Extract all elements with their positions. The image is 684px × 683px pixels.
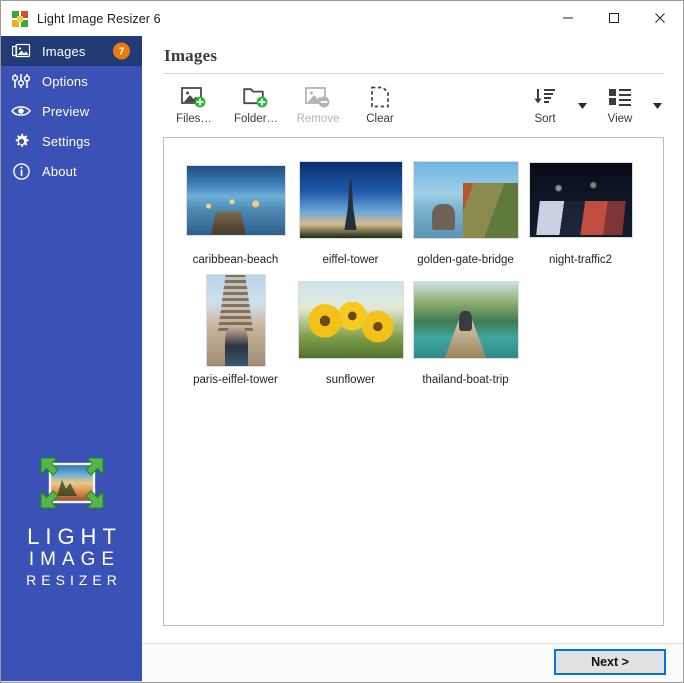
resize-arrows-photo-icon [37, 454, 107, 512]
add-files-button[interactable]: Files… [163, 80, 225, 125]
image-grid-item[interactable]: thailand-boat-trip [408, 272, 523, 386]
toolbar: Files… Folder… [163, 80, 664, 130]
chevron-down-icon [578, 96, 587, 114]
toolbar-right-group: Sort [514, 80, 664, 125]
clear-icon [370, 84, 390, 110]
title-bar: Light Image Resizer 6 [1, 1, 683, 36]
toolbar-label: Sort [534, 113, 555, 125]
sliders-icon [11, 71, 31, 91]
thumbnail-wrapper [529, 152, 633, 248]
view-list-icon [608, 84, 632, 110]
sidebar-item-label: Preview [42, 104, 89, 119]
bottom-bar: Next > [142, 643, 683, 682]
sort-descending-icon [533, 84, 557, 110]
image-thumbnail[interactable] [299, 161, 403, 239]
image-thumbnail[interactable] [529, 162, 633, 238]
image-filename-label: caribbean-beach [193, 254, 279, 266]
image-thumbnail[interactable] [186, 165, 286, 236]
page-title: Images [164, 46, 217, 66]
image-thumbnail[interactable] [413, 161, 519, 239]
thumbnail-wrapper [206, 272, 266, 368]
toolbar-label: View [608, 113, 633, 125]
sidebar-item-label: Options [42, 74, 88, 89]
image-thumbnail[interactable] [206, 274, 266, 367]
view-dropdown-button[interactable] [651, 80, 664, 125]
image-thumbnail[interactable] [413, 281, 519, 359]
sidebar-item-about[interactable]: About [1, 156, 142, 186]
sidebar-item-label: Settings [42, 134, 90, 149]
add-folder-button[interactable]: Folder… [225, 80, 287, 125]
image-grid-item[interactable]: sunflower [293, 272, 408, 386]
sidebar-item-label: Images [42, 44, 86, 59]
toolbar-label: Folder… [234, 113, 278, 125]
thumbnail-wrapper [299, 152, 403, 248]
window-controls [545, 1, 683, 35]
image-filename-label: thailand-boat-trip [422, 374, 508, 386]
sidebar-item-preview[interactable]: Preview [1, 96, 142, 126]
sidebar-item-images[interactable]: Images 7 [1, 36, 142, 66]
toolbar-label: Files… [176, 113, 212, 125]
next-button[interactable]: Next > [554, 649, 666, 675]
minimize-button[interactable] [545, 1, 591, 35]
image-filename-label: eiffel-tower [322, 254, 378, 266]
thumbnail-wrapper [413, 152, 519, 248]
toolbar-label: Clear [366, 113, 393, 125]
main-panel: Images Files… [142, 36, 683, 682]
logo-line-3: RESIZER [1, 571, 142, 589]
logo-line-2: IMAGE [1, 549, 142, 571]
product-logo: LIGHT IMAGE RESIZER [1, 454, 142, 589]
add-folder-icon [243, 84, 269, 110]
maximize-button[interactable] [591, 1, 637, 35]
image-grid-item[interactable]: night-traffic2 [523, 152, 638, 266]
eye-icon [11, 101, 31, 121]
app-logo-icon [12, 11, 28, 27]
sort-button[interactable]: Sort [514, 80, 576, 125]
view-button[interactable]: View [589, 80, 651, 125]
info-icon [11, 161, 31, 181]
clear-button[interactable]: Clear [349, 80, 411, 125]
close-button[interactable] [637, 1, 683, 35]
image-grid-item[interactable]: eiffel-tower [293, 152, 408, 266]
title-divider [163, 73, 664, 74]
image-grid: caribbean-beach eiffel-tower golden-gate-b… [164, 138, 663, 392]
image-grid-item[interactable]: caribbean-beach [178, 152, 293, 266]
sidebar-item-settings[interactable]: Settings [1, 126, 142, 156]
sort-dropdown-button[interactable] [576, 80, 589, 125]
add-image-icon [181, 84, 207, 110]
toolbar-label: Remove [297, 113, 340, 125]
image-filename-label: sunflower [326, 374, 375, 386]
image-filename-label: paris-eiffel-tower [193, 374, 278, 386]
image-filename-label: golden-gate-bridge [417, 254, 514, 266]
images-count-badge: 7 [113, 43, 130, 60]
thumbnail-wrapper [413, 272, 519, 368]
image-grid-item[interactable]: golden-gate-bridge [408, 152, 523, 266]
remove-image-button[interactable]: Remove [287, 80, 349, 125]
images-icon [11, 41, 31, 61]
logo-line-1: LIGHT [1, 524, 142, 549]
image-list-box[interactable]: caribbean-beach eiffel-tower golden-gate-b… [163, 137, 664, 626]
sidebar: Images 7 Options [1, 36, 142, 682]
sidebar-item-options[interactable]: Options [1, 66, 142, 96]
thumbnail-wrapper [186, 152, 286, 248]
gear-icon [11, 131, 31, 151]
image-filename-label: night-traffic2 [549, 254, 612, 266]
window-title: Light Image Resizer 6 [37, 12, 161, 26]
toolbar-left-group: Files… Folder… [163, 80, 411, 125]
app-window: Light Image Resizer 6 [0, 0, 684, 683]
image-grid-item[interactable]: paris-eiffel-tower [178, 272, 293, 386]
thumbnail-wrapper [298, 272, 404, 368]
remove-image-icon [305, 84, 331, 110]
sidebar-item-label: About [42, 164, 77, 179]
image-thumbnail[interactable] [298, 281, 404, 359]
chevron-down-icon [653, 96, 662, 114]
